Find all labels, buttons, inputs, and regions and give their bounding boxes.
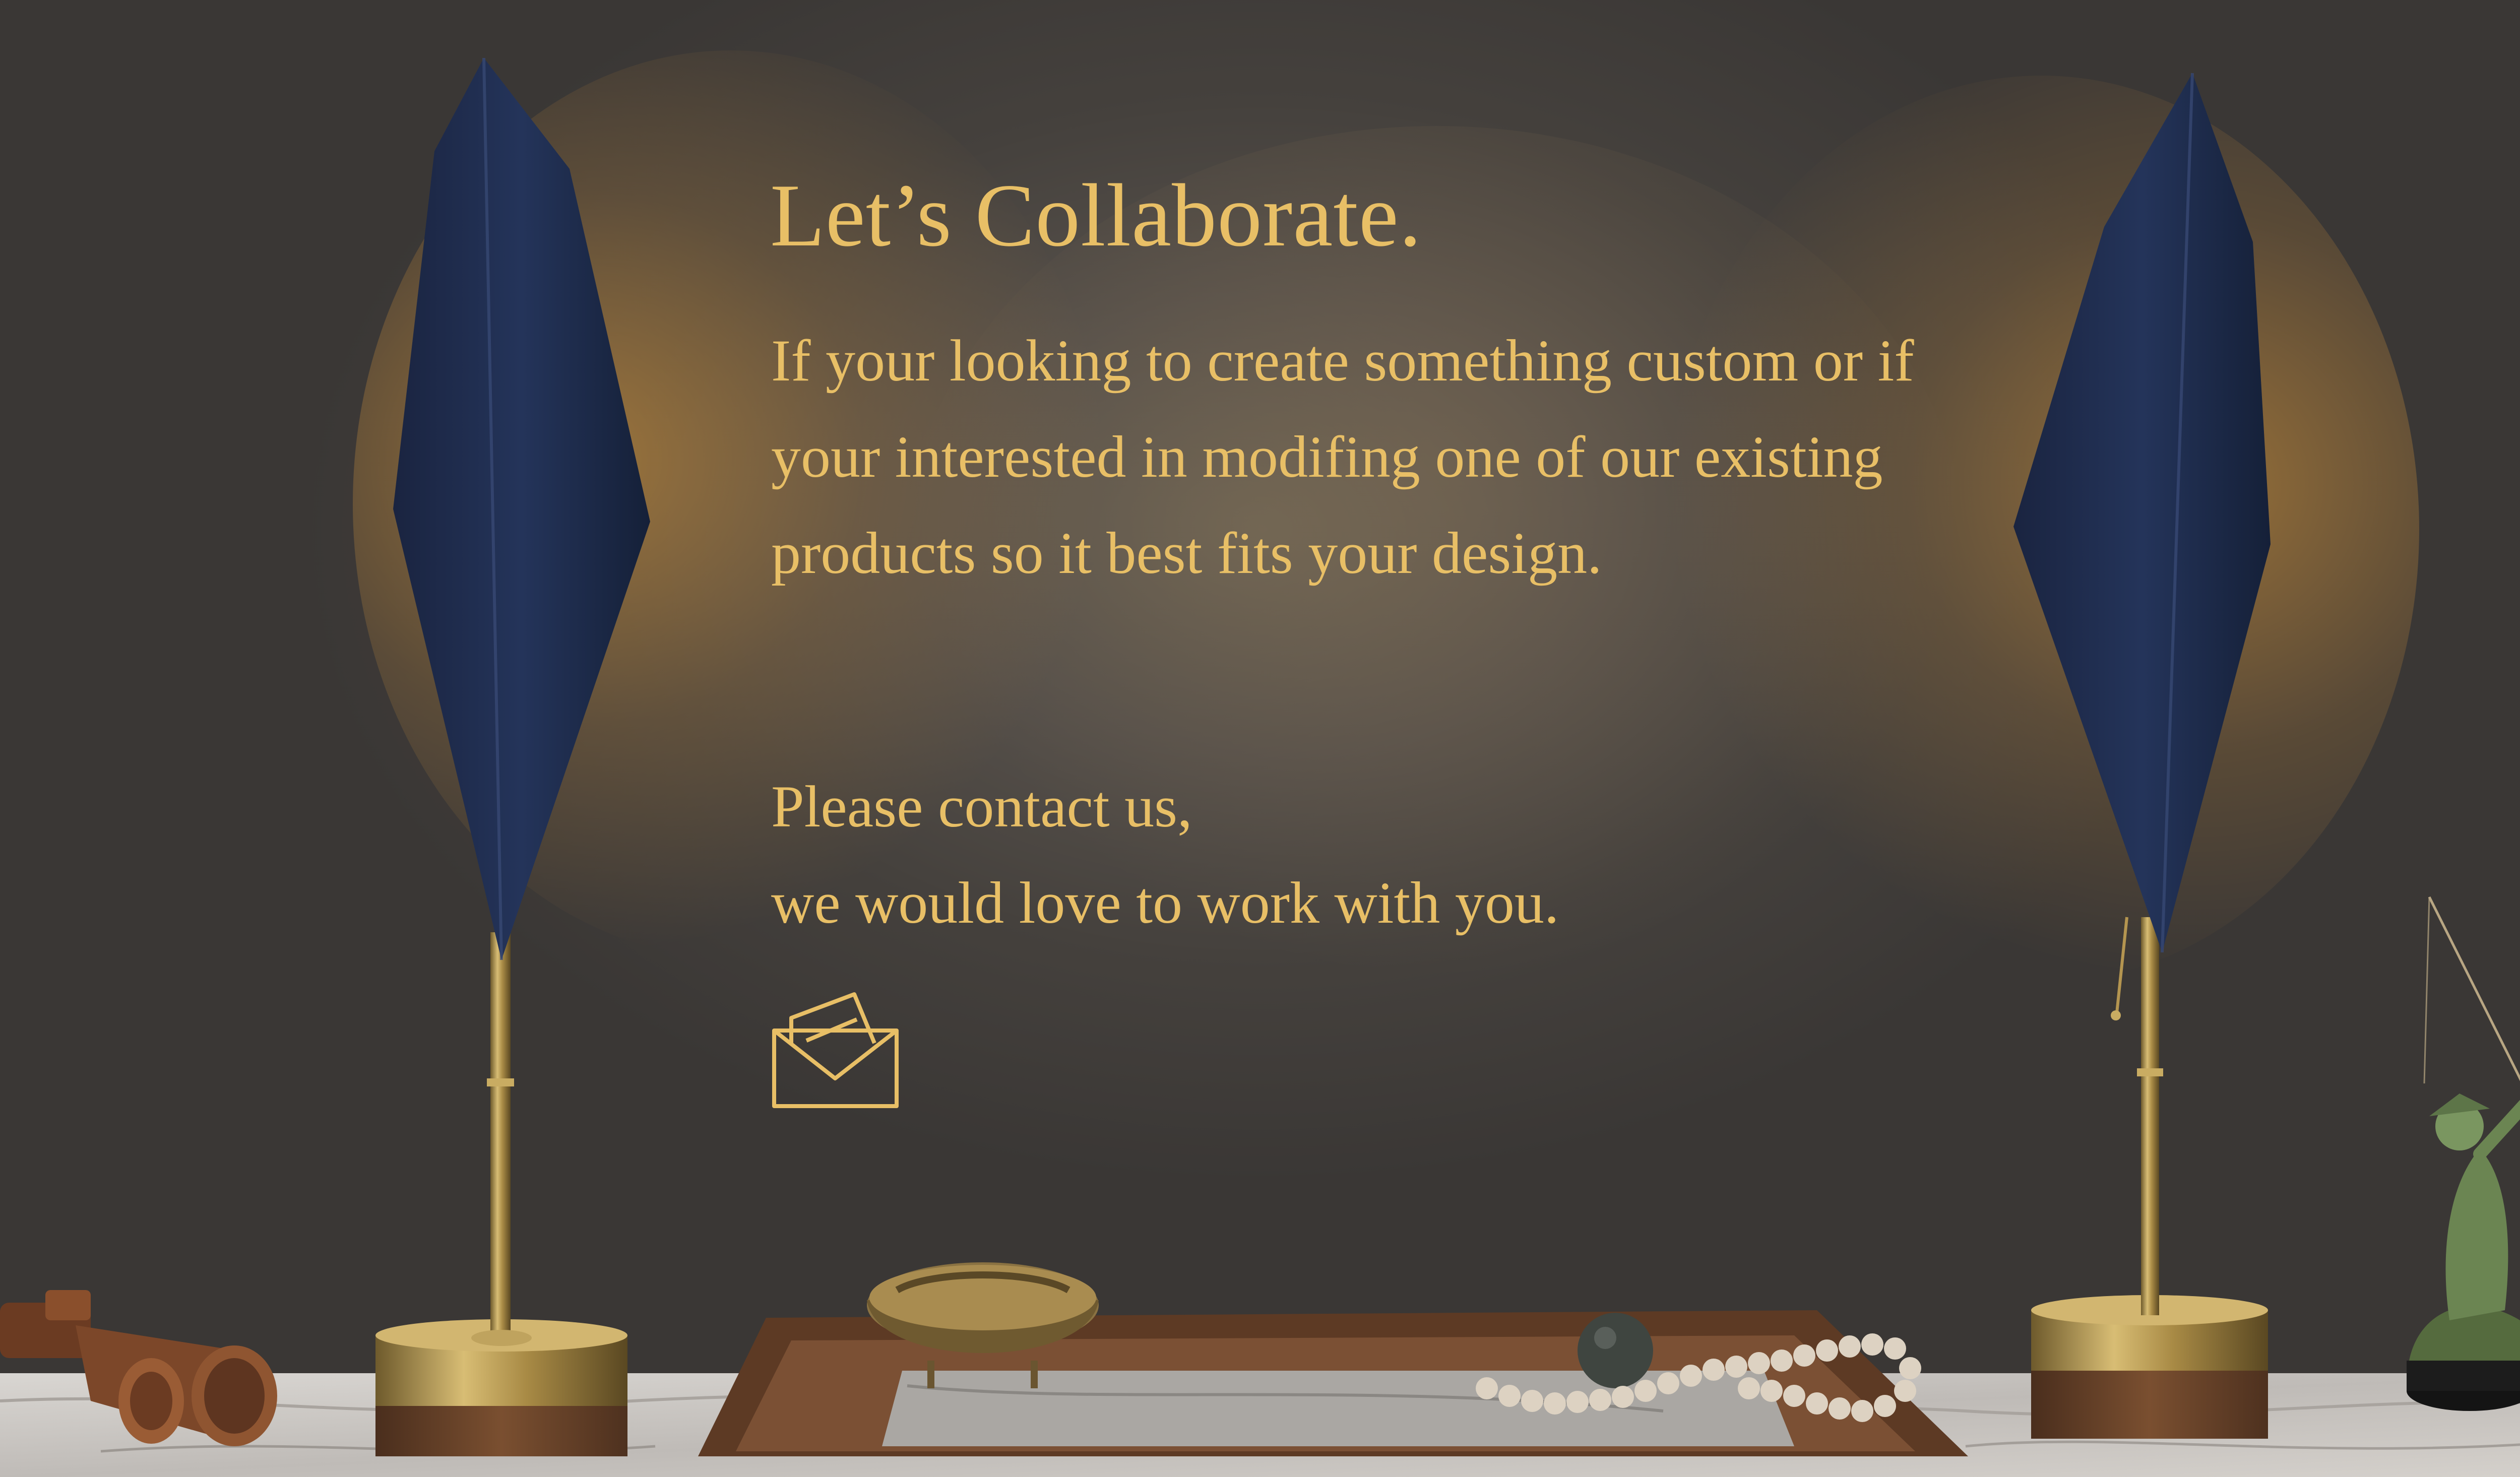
- envelope-icon: [772, 992, 899, 1108]
- left-lamp: [375, 57, 650, 1456]
- intro-text: If your looking to create something cust…: [771, 328, 1914, 586]
- page-title: Let’s Collaborate.: [770, 165, 1422, 265]
- hero-scene: Let’s Collaborate. If your looking to cr…: [0, 0, 2520, 1477]
- contact-email-button[interactable]: [771, 990, 900, 1111]
- contact-line-1: Please contact us,: [771, 774, 1192, 840]
- contact-text: Please contact us, we would love to work…: [771, 758, 1981, 951]
- jade-figurine: [2407, 896, 2520, 1411]
- contact-line-2: we would love to work with you.: [771, 870, 1559, 936]
- right-lamp: [2013, 73, 2271, 1439]
